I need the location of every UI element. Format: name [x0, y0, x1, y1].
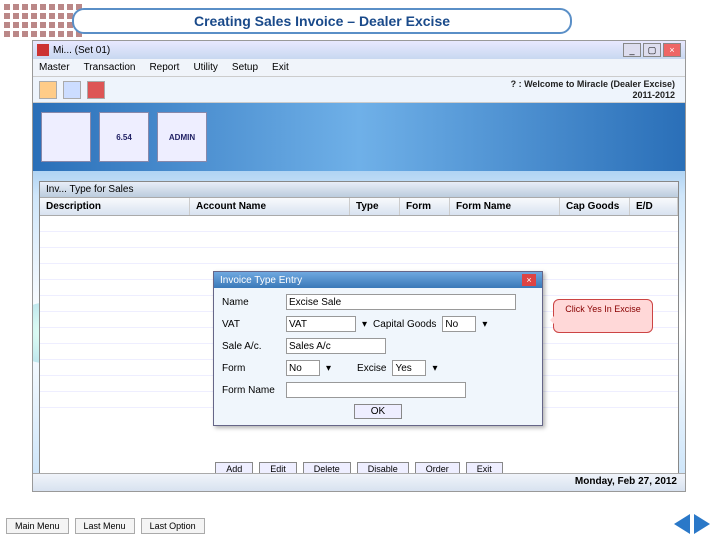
close-button[interactable]: × — [663, 43, 681, 57]
hint-callout: Click Yes In Excise — [553, 299, 653, 333]
app-icon — [37, 44, 49, 56]
banner-tile-3: ADMIN — [157, 112, 207, 162]
label-sale-ac: Sale A/c. — [222, 341, 280, 352]
toolbar: ? : Welcome to Miracle (Dealer Excise) 2… — [33, 77, 685, 103]
menu-setup[interactable]: Setup — [232, 62, 258, 73]
sale-ac-field[interactable] — [286, 338, 386, 354]
app-window: Mi... (Set 01) _ ▢ × Master Transaction … — [32, 40, 686, 492]
invoice-list-header: Description Account Name Type Form Form … — [40, 198, 678, 216]
menu-transaction[interactable]: Transaction — [84, 62, 136, 73]
table-row[interactable] — [40, 248, 678, 264]
label-name: Name — [222, 297, 280, 308]
dropdown-icon[interactable]: ▾ — [482, 319, 487, 330]
label-vat: VAT — [222, 319, 280, 330]
window-title: Mi... (Set 01) — [53, 45, 110, 56]
label-form: Form — [222, 363, 280, 374]
exit-button[interactable]: Exit — [466, 462, 503, 473]
excise-field[interactable] — [392, 360, 426, 376]
capital-goods-field[interactable] — [442, 316, 476, 332]
form-field[interactable] — [286, 360, 320, 376]
col-description: Description — [40, 198, 190, 215]
col-type: Type — [350, 198, 400, 215]
banner-tile-2: 6.54 — [99, 112, 149, 162]
toolbar-icon-2[interactable] — [63, 81, 81, 99]
col-form: Form — [400, 198, 450, 215]
status-bar: Monday, Feb 27, 2012 — [33, 473, 685, 491]
slide-title-bar: Creating Sales Invoice – Dealer Excise — [72, 8, 572, 34]
dialog-close-icon[interactable]: × — [522, 274, 536, 286]
dialog-title-text: Invoice Type Entry — [220, 275, 302, 286]
name-field[interactable] — [286, 294, 516, 310]
welcome-text: ? : Welcome to Miracle (Dealer Excise) 2… — [511, 79, 679, 101]
label-excise: Excise — [357, 363, 386, 374]
col-account-name: Account Name — [190, 198, 350, 215]
menu-report[interactable]: Report — [149, 62, 179, 73]
menu-exit[interactable]: Exit — [272, 62, 289, 73]
invoice-list-buttons: Add Edit Delete Disable Order Exit — [40, 462, 678, 473]
banner-tile-1 — [41, 112, 91, 162]
toolbar-icon-3[interactable] — [87, 81, 105, 99]
slide-title: Creating Sales Invoice – Dealer Excise — [194, 13, 450, 29]
banner: 6.54 ADMIN — [33, 103, 685, 171]
menu-master[interactable]: Master — [39, 62, 70, 73]
menu-utility[interactable]: Utility — [193, 62, 217, 73]
slide-footer-buttons: Main Menu Last Menu Last Option — [6, 518, 205, 534]
next-slide-arrow-icon[interactable] — [694, 514, 710, 534]
vat-field[interactable] — [286, 316, 356, 332]
label-capital-goods: Capital Goods — [373, 319, 436, 330]
ok-button[interactable]: OK — [354, 404, 402, 419]
main-menu-button[interactable]: Main Menu — [6, 518, 69, 534]
app-body: 6.54 ADMIN Inv... Type for Sales Descrip… — [33, 103, 685, 473]
status-date: Monday, Feb 27, 2012 — [575, 476, 677, 487]
col-ed: E/D — [630, 198, 678, 215]
hint-text: Click Yes In Excise — [565, 304, 641, 314]
invoice-list-title: Inv... Type for Sales — [40, 182, 678, 198]
toolbar-icon-1[interactable] — [39, 81, 57, 99]
prev-slide-arrow-icon[interactable] — [674, 514, 690, 534]
minimize-button[interactable]: _ — [623, 43, 641, 57]
dialog-titlebar: Invoice Type Entry × — [214, 272, 542, 288]
last-option-button[interactable]: Last Option — [141, 518, 205, 534]
maximize-button[interactable]: ▢ — [643, 43, 661, 57]
invoice-type-entry-dialog: Invoice Type Entry × Name VAT ▾ Capital … — [213, 271, 543, 426]
dropdown-icon[interactable]: ▾ — [326, 363, 331, 374]
order-button[interactable]: Order — [415, 462, 460, 473]
add-button[interactable]: Add — [215, 462, 253, 473]
dropdown-icon[interactable]: ▾ — [362, 319, 367, 330]
menu-bar: Master Transaction Report Utility Setup … — [33, 59, 685, 77]
col-form-name: Form Name — [450, 198, 560, 215]
last-menu-button[interactable]: Last Menu — [75, 518, 135, 534]
delete-button[interactable]: Delete — [303, 462, 351, 473]
edit-button[interactable]: Edit — [259, 462, 297, 473]
window-titlebar: Mi... (Set 01) _ ▢ × — [33, 41, 685, 59]
table-row[interactable] — [40, 216, 678, 232]
disable-button[interactable]: Disable — [357, 462, 409, 473]
slide-nav-arrows — [674, 514, 710, 534]
decorative-dots — [4, 4, 82, 37]
col-cap-goods: Cap Goods — [560, 198, 630, 215]
table-row[interactable] — [40, 232, 678, 248]
label-form-name: Form Name — [222, 385, 280, 396]
dropdown-icon[interactable]: ▾ — [432, 363, 437, 374]
form-name-field[interactable] — [286, 382, 466, 398]
